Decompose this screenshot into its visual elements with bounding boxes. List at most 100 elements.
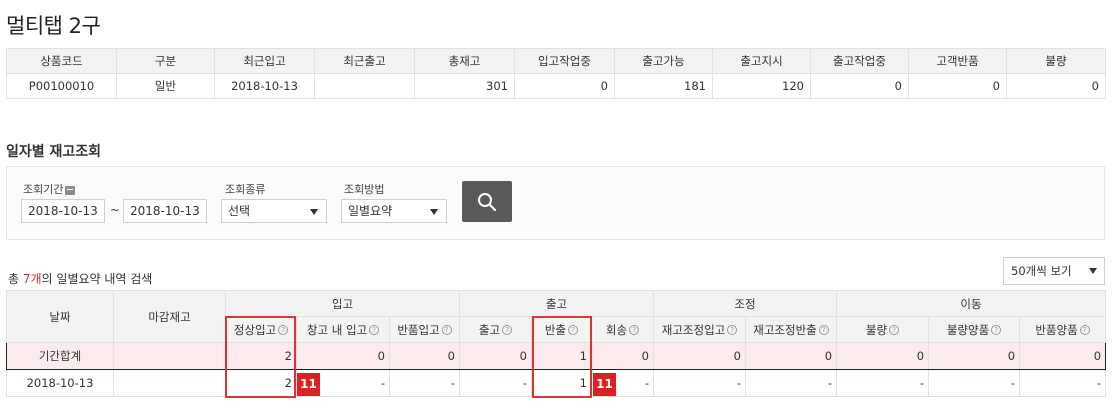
summary-cell: 0 <box>908 73 1007 99</box>
summary-cell: 2018-10-13 <box>214 73 315 99</box>
data-cell: 2018-10-13 <box>6 369 114 397</box>
help-icon[interactable]: ? <box>568 325 579 335</box>
total-cell: 0 <box>928 342 1021 370</box>
sub-header[interactable]: 회송? <box>591 316 654 343</box>
sub-header-label: 회송 <box>605 322 628 337</box>
data-cell: - <box>653 369 746 397</box>
sub-header[interactable]: 불량? <box>836 316 930 343</box>
calendar-icon[interactable] <box>65 185 76 195</box>
summary-header: 출고지시 <box>712 48 811 74</box>
total-cell: 2 <box>225 342 297 370</box>
total-cell <box>113 342 226 370</box>
sub-header[interactable]: 정상입고? <box>225 316 297 343</box>
group-header-inbound: 입고 <box>225 290 460 317</box>
summary-cell: P00100010 <box>6 73 117 99</box>
summary-header: 최근출고 <box>314 48 415 74</box>
help-icon[interactable]: ? <box>278 325 289 335</box>
help-icon[interactable]: ? <box>369 325 380 335</box>
sub-header[interactable]: 반품양품? <box>1019 316 1107 343</box>
total-cell: 0 <box>744 342 838 370</box>
summary-cell: 0 <box>514 73 615 99</box>
sub-header[interactable]: 출고? <box>459 316 532 343</box>
total-cell: 0 <box>653 342 746 370</box>
search-button[interactable] <box>462 181 512 222</box>
help-icon[interactable]: ? <box>727 325 738 335</box>
summary-row: P00100010 일반 2018-10-13 301 0 181 120 0 … <box>6 73 1106 99</box>
col-close-header[interactable]: 마감재고 <box>113 290 226 343</box>
help-icon[interactable]: ? <box>629 325 640 335</box>
grid-group-header-row: 날짜 마감재고 입고 출고 조정 이동 <box>6 290 1107 343</box>
count-badge: 11 <box>297 373 320 396</box>
total-cell: 0 <box>296 342 390 370</box>
total-cell: 0 <box>459 342 532 370</box>
date-range-separator: ~ <box>110 203 121 217</box>
total-cell: 0 <box>591 342 654 370</box>
table-row[interactable]: 2018-10-13 2 - - - 1 - - - - - - <box>6 369 1107 397</box>
summary-header: 구분 <box>116 48 215 74</box>
type-select-value: 선택 <box>228 204 251 218</box>
summary-cell: 0 <box>1006 73 1106 99</box>
chevron-down-icon <box>310 209 318 215</box>
search-icon <box>478 193 497 212</box>
summary-cell: 120 <box>712 73 811 99</box>
help-icon[interactable]: ? <box>818 325 829 335</box>
date-from-input[interactable]: 2018-10-13 <box>21 199 105 223</box>
sub-header[interactable]: 재고조정반출? <box>744 316 838 343</box>
period-label-text: 조회기간 <box>23 183 64 196</box>
summary-cell <box>314 73 415 99</box>
result-prefix: 총 <box>8 272 23 286</box>
summary-header: 상품코드 <box>6 48 117 74</box>
data-cell: - <box>1019 369 1107 397</box>
sub-header-label: 재고조정반출 <box>753 322 817 337</box>
sub-header-label: 불량양품 <box>946 322 990 337</box>
group-header-move: 이동 <box>836 290 1107 317</box>
data-cell: - <box>744 369 838 397</box>
sub-header-label: 반출 <box>544 322 567 337</box>
type-select[interactable]: 선택 <box>221 199 327 223</box>
summary-cell: 0 <box>810 73 909 99</box>
summary-header: 출고작업중 <box>810 48 909 74</box>
data-cell <box>113 369 226 397</box>
help-icon[interactable]: ? <box>889 325 900 335</box>
count-badge: 11 <box>593 373 616 396</box>
sub-header[interactable]: 반품입고? <box>389 316 460 343</box>
help-icon[interactable]: ? <box>502 325 513 335</box>
summary-header: 총재고 <box>414 48 515 74</box>
help-icon[interactable]: ? <box>1079 325 1090 335</box>
sub-header-label: 창고 내 입고 <box>306 322 368 337</box>
date-to-input[interactable]: 2018-10-13 <box>123 199 207 223</box>
total-cell: 기간합계 <box>6 342 114 370</box>
data-cell: - <box>836 369 930 397</box>
total-row: 기간합계 2 0 0 0 1 0 0 0 0 0 0 <box>6 342 1107 370</box>
group-header-outbound: 출고 <box>459 290 654 317</box>
data-cell: 1 <box>531 369 592 397</box>
sub-header-label: 불량 <box>865 322 888 337</box>
sub-header[interactable]: 창고 내 입고? <box>296 316 390 343</box>
summary-header: 입고작업중 <box>514 48 615 74</box>
method-select-value: 일별요약 <box>348 204 393 218</box>
data-cell: 2 <box>225 369 297 397</box>
summary-header: 고객반품 <box>908 48 1007 74</box>
sub-header-label: 출고 <box>478 322 501 337</box>
summary-cell: 301 <box>414 73 515 99</box>
sub-header[interactable]: 반출? <box>531 316 592 343</box>
page-size-select[interactable]: 50개씩 보기 <box>1003 257 1105 285</box>
daily-stock-table: 날짜 마감재고 입고 출고 조정 이동 정상입고? 창고 내 입고? 반품입고?… <box>6 290 1107 397</box>
method-select[interactable]: 일별요약 <box>341 199 447 223</box>
data-cell: - <box>389 369 460 397</box>
summary-header: 불량 <box>1006 48 1106 74</box>
total-cell: 0 <box>836 342 930 370</box>
result-suffix: 의 일별요약 내역 검색 <box>41 272 153 286</box>
sub-header-label: 반품입고 <box>397 322 440 337</box>
page-size-value: 50개씩 보기 <box>1011 264 1072 278</box>
group-header-adjust: 조정 <box>652 290 838 317</box>
chevron-down-icon <box>430 209 438 215</box>
chevron-down-icon <box>1089 268 1097 274</box>
data-cell: - <box>928 369 1021 397</box>
sub-header[interactable]: 불량양품? <box>928 316 1021 343</box>
help-icon[interactable]: ? <box>991 325 1002 335</box>
col-date-header[interactable]: 날짜 <box>6 290 114 343</box>
help-icon[interactable]: ? <box>441 325 452 335</box>
result-count: 총 7개의 일별요약 내역 검색 <box>8 270 152 287</box>
sub-header[interactable]: 재고조정입고? <box>653 316 746 343</box>
